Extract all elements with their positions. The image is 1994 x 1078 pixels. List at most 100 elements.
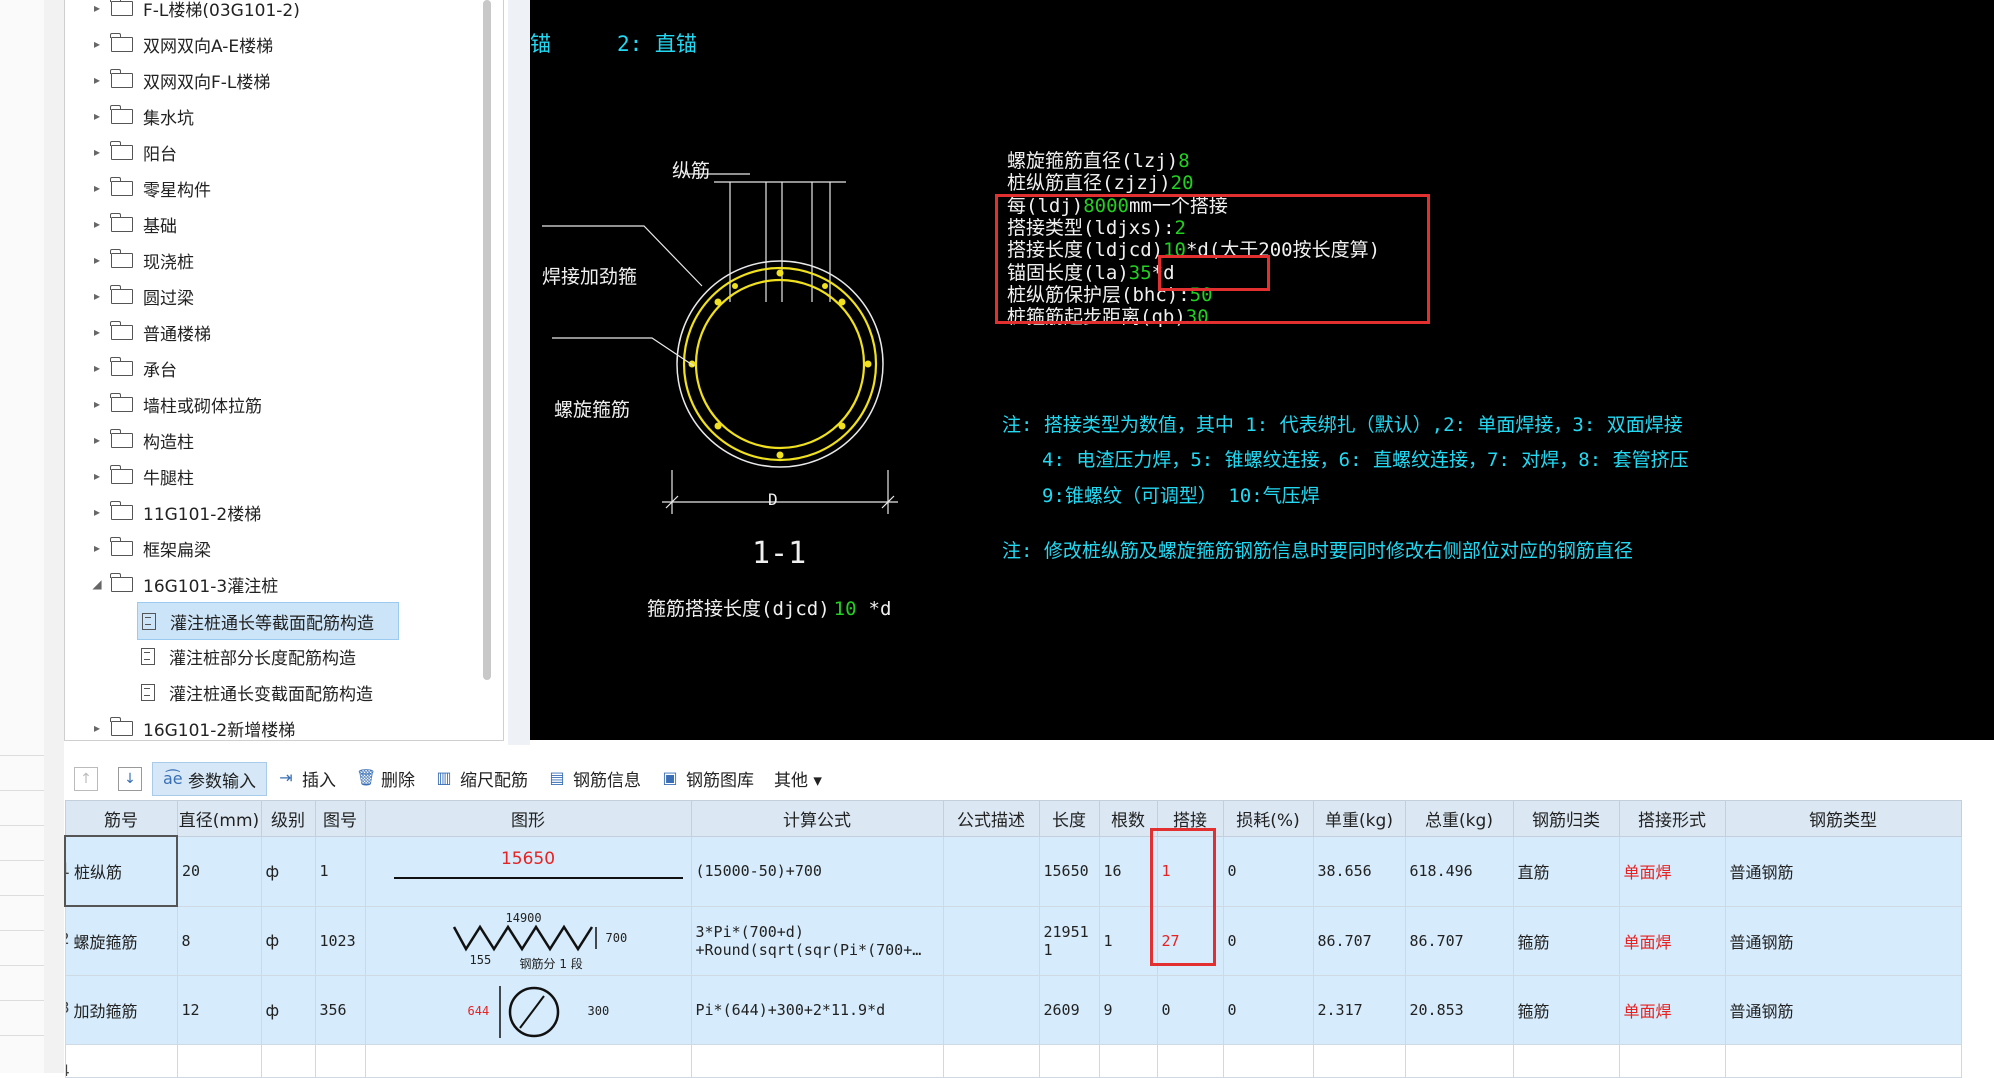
collapsed-arrow-icon[interactable]: ▸ bbox=[89, 73, 105, 87]
column-header[interactable]: 长度 bbox=[1038, 800, 1100, 837]
table-row[interactable]: 1桩纵筋20ф115650(15000-50)+70015650161038.6… bbox=[64, 835, 1962, 907]
tree-item[interactable]: ▸ 现浇桩 bbox=[89, 242, 194, 278]
cell-total-weight[interactable]: 618.496 bbox=[1404, 835, 1514, 907]
cell-shape[interactable]: 14900 700 155 钢筋分 1 段 bbox=[364, 905, 692, 976]
column-header[interactable]: 直径(mm) bbox=[176, 800, 262, 837]
toolbar-button[interactable]: ▤ 钢筋信息 bbox=[538, 762, 651, 794]
collapsed-arrow-icon[interactable]: ▸ bbox=[89, 217, 105, 231]
cell-loss[interactable]: 0 bbox=[1222, 835, 1314, 907]
cell-length[interactable]: 21951 1 bbox=[1038, 905, 1100, 976]
column-header[interactable]: 计算公式 bbox=[690, 800, 944, 837]
collapsed-arrow-icon[interactable]: ▸ bbox=[89, 1, 105, 15]
tree-scrollbar[interactable] bbox=[483, 0, 491, 680]
cad-canvas[interactable]: 锚 2: 直锚 纵筋 焊接加劲箍 螺旋箍筋 D 1-1 箍筋搭接长度(djcd)… bbox=[530, 0, 1994, 740]
cell-diameter[interactable]: 8 bbox=[176, 905, 262, 976]
cell-diameter[interactable]: 12 bbox=[176, 975, 262, 1045]
tree-item[interactable]: ◢ 16G101-3灌注桩 bbox=[89, 566, 278, 602]
cell-unit-weight[interactable]: 86.707 bbox=[1312, 905, 1406, 976]
tree-item[interactable]: ▸ F-L楼梯(03G101-2) bbox=[89, 0, 300, 26]
cell-figure-no[interactable]: 1023 bbox=[314, 905, 366, 976]
cell-unit-weight[interactable]: 38.656 bbox=[1312, 835, 1406, 907]
cell-count[interactable]: 16 bbox=[1098, 835, 1158, 907]
table-row[interactable]: 2螺旋箍筋8ф102314900700155钢筋分 1 段3*Pi*(700+d… bbox=[64, 905, 1962, 976]
cell-grade[interactable]: ф bbox=[260, 905, 316, 976]
cell-unit-weight[interactable]: 2.317 bbox=[1312, 975, 1406, 1045]
collapsed-arrow-icon[interactable]: ▸ bbox=[89, 109, 105, 123]
tree-item[interactable]: ▸ 集水坑 bbox=[89, 98, 194, 134]
cell-count[interactable]: 9 bbox=[1098, 975, 1158, 1045]
cell-loss[interactable]: 0 bbox=[1222, 975, 1314, 1045]
toolbar-button[interactable]: ⇥ 插入 bbox=[267, 762, 346, 794]
column-header[interactable]: 根数 bbox=[1098, 800, 1158, 837]
move-up-icon[interactable]: ↑ bbox=[74, 767, 98, 791]
cell-grade[interactable]: ф bbox=[260, 835, 316, 907]
column-header[interactable]: 钢筋归类 bbox=[1512, 800, 1620, 837]
collapsed-arrow-icon[interactable]: ▸ bbox=[89, 541, 105, 555]
tree-item[interactable]: ▸ 双网双向F-L楼梯 bbox=[89, 62, 270, 98]
column-header[interactable]: 公式描述 bbox=[942, 800, 1040, 837]
tree-item[interactable]: ▸ 墙柱或砌体拉筋 bbox=[89, 386, 262, 422]
cell-total-weight[interactable]: 86.707 bbox=[1404, 905, 1514, 976]
tree-item[interactable]: ▸ 牛腿柱 bbox=[89, 458, 194, 494]
stirrup-lap-value[interactable]: 10 bbox=[834, 598, 857, 620]
cell-total-weight[interactable]: 20.853 bbox=[1404, 975, 1514, 1045]
column-header[interactable]: 筋号 bbox=[64, 800, 178, 837]
tree-item[interactable]: ▸ 框架扁梁 bbox=[89, 530, 211, 566]
cell-count[interactable]: 1 bbox=[1098, 905, 1158, 976]
collapsed-arrow-icon[interactable]: ▸ bbox=[89, 721, 105, 735]
tree-item[interactable]: ▸ 阳台 bbox=[89, 134, 177, 170]
column-header[interactable]: 损耗(%) bbox=[1222, 800, 1314, 837]
column-header[interactable]: 图号 bbox=[314, 800, 366, 837]
toolbar-button[interactable]: a͡e 参数输入 bbox=[152, 762, 267, 796]
tree-item[interactable]: ▸ 11G101-2楼梯 bbox=[89, 494, 261, 530]
cell-shape[interactable]: 644 300 bbox=[364, 975, 692, 1045]
cell-category[interactable]: 直筋 bbox=[1512, 835, 1620, 907]
cell-formula[interactable]: (15000-50)+700 bbox=[690, 835, 944, 907]
tree-item[interactable]: 灌注桩通长等截面配筋构造 bbox=[137, 602, 399, 640]
toolbar-button[interactable]: ▥ 缩尺配筋 bbox=[425, 762, 538, 794]
collapsed-arrow-icon[interactable]: ▸ bbox=[89, 145, 105, 159]
tree-item[interactable]: ▸ 零星构件 bbox=[89, 170, 211, 206]
cell-shape[interactable]: 15650 bbox=[364, 835, 692, 907]
tree-item[interactable]: 灌注桩部分长度配筋构造 bbox=[137, 638, 356, 674]
tree-item[interactable]: ▸ 普通楼梯 bbox=[89, 314, 211, 350]
toolbar-button[interactable]: 🗑 删除 bbox=[346, 762, 425, 794]
column-header[interactable]: 总重(kg) bbox=[1404, 800, 1514, 837]
cell-bar-name[interactable]: 3加劲箍筋 bbox=[64, 975, 178, 1045]
cell-diameter[interactable]: 20 bbox=[176, 835, 262, 907]
collapsed-arrow-icon[interactable]: ▸ bbox=[89, 325, 105, 339]
tree-item[interactable]: ▸ 双网双向A-E楼梯 bbox=[89, 26, 273, 62]
cell-lap-form[interactable]: 单面焊 bbox=[1618, 905, 1726, 976]
tree-item[interactable]: ▸ 构造柱 bbox=[89, 422, 194, 458]
cell-length[interactable]: 15650 bbox=[1038, 835, 1100, 907]
cell-bar-name[interactable]: 1桩纵筋 bbox=[64, 835, 178, 907]
cell-formula[interactable]: 3*Pi*(700+d) +Round(sqrt(sqr(Pi*(700+… bbox=[690, 905, 944, 976]
cell-figure-no[interactable]: 356 bbox=[314, 975, 366, 1045]
expanded-arrow-icon[interactable]: ◢ bbox=[89, 577, 105, 591]
panel-splitter[interactable] bbox=[44, 0, 64, 1073]
tree-item[interactable]: ▸ 承台 bbox=[89, 350, 177, 386]
cell-formula[interactable]: Pi*(644)+300+2*11.9*d bbox=[690, 975, 944, 1045]
toolbar-button[interactable]: ▣ 钢筋图库 bbox=[651, 762, 764, 794]
toolbar-button[interactable]: 其他 ▾ bbox=[764, 762, 832, 794]
collapsed-arrow-icon[interactable]: ▸ bbox=[89, 289, 105, 303]
tree-item[interactable]: ▸ 圆过梁 bbox=[89, 278, 194, 314]
table-row[interactable]: 3加劲箍筋12ф356644300Pi*(644)+300+2*11.9*d 26… bbox=[64, 975, 1962, 1045]
cell-lap-form[interactable]: 单面焊 bbox=[1618, 975, 1726, 1045]
column-header[interactable]: 搭接形式 bbox=[1618, 800, 1726, 837]
cell-formula-desc[interactable] bbox=[942, 975, 1040, 1045]
tree-item[interactable]: ▸ 16G101-2新增楼梯 bbox=[89, 710, 295, 740]
move-down-icon[interactable]: ↓ bbox=[118, 767, 142, 791]
collapsed-arrow-icon[interactable]: ▸ bbox=[89, 181, 105, 195]
column-header[interactable]: 钢筋类型 bbox=[1724, 800, 1962, 837]
column-header[interactable]: 级别 bbox=[260, 800, 316, 837]
collapsed-arrow-icon[interactable]: ▸ bbox=[89, 37, 105, 51]
cell-rebar-type[interactable]: 普通钢筋 bbox=[1724, 975, 1962, 1045]
collapsed-arrow-icon[interactable]: ▸ bbox=[89, 505, 105, 519]
collapsed-arrow-icon[interactable]: ▸ bbox=[89, 469, 105, 483]
collapsed-arrow-icon[interactable]: ▸ bbox=[89, 433, 105, 447]
collapsed-arrow-icon[interactable]: ▸ bbox=[89, 253, 105, 267]
cell-lap[interactable]: 0 bbox=[1156, 975, 1224, 1045]
cell-rebar-type[interactable]: 普通钢筋 bbox=[1724, 905, 1962, 976]
collapsed-arrow-icon[interactable]: ▸ bbox=[89, 397, 105, 411]
